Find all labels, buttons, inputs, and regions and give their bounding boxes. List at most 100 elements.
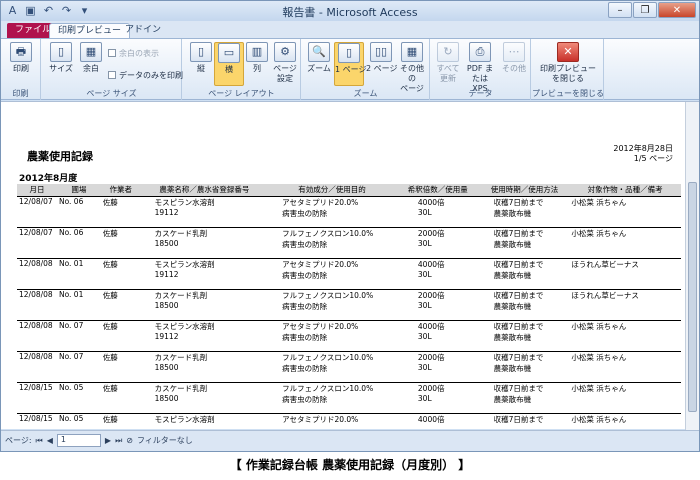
vertical-scrollbar[interactable] [685,102,699,430]
cell-empty [56,363,101,383]
first-page-icon[interactable]: ⏮ [36,436,43,446]
window-controls: – ❐ ✕ [608,2,696,18]
filter-status[interactable]: フィルターなし [137,435,193,446]
two-pages-button[interactable]: ▯▯ 2 ページ [366,42,397,74]
cell-pesticide: モスピラン水溶剤 [154,259,215,269]
maximize-button[interactable]: ❐ [633,2,657,18]
cell-ingredient: フルフェノクスロン10.0% [282,383,374,393]
report-row: 12/08/07 No. 06 佐藤 モスピラン水溶剤 アセタミプリド20.0% 4000… [17,196,681,208]
more-export-button[interactable]: ⋯ その他 [499,42,529,74]
cell-amount: 30L [395,363,480,383]
cell-amount: 30L [395,270,480,290]
report-row: 12/08/08 No. 07 佐藤 カスケード乳剤 フルフェノクスロン10.0% 200… [17,351,681,363]
zoom-button[interactable]: 🔍 ズーム [304,42,334,74]
prev-page-icon[interactable]: ◀ [47,436,53,445]
cell-field: No. 07 [58,351,84,361]
cell-reg_no: 18500 [140,301,269,321]
cell-method: 農薬散布機 [479,394,570,414]
cell-empty [569,332,681,352]
page-size-icon: ▯ [50,42,72,62]
size-button[interactable]: ▯ サイズ [46,42,76,74]
columns-icon: ▥ [246,42,268,62]
margin-icon: ▦ [80,42,102,62]
show-margin-checkbox[interactable]: 余白の表示 [108,48,159,59]
page-caption: 【 作業記録台帳 農薬使用記録（月度別） 】 [229,458,471,472]
cell-timing: 収穫7日前まで [493,414,544,424]
cell-ingredient: アセタミプリド20.0% [282,321,359,331]
cell-ingredient: フルフェノクスロン10.0% [282,290,374,300]
print-group-label: 印刷 [12,89,29,98]
cell-field: No. 06 [58,196,84,206]
close-button[interactable]: ✕ [658,2,696,18]
cell-empty [100,208,141,228]
tab-addin[interactable]: アドイン [117,23,169,39]
cell-worker: 佐藤 [102,321,118,331]
portrait-button[interactable]: ▯ 縦 [186,42,216,74]
minimize-button[interactable]: – [608,2,632,18]
margin-button[interactable]: ▦ 余白 [76,42,106,74]
print-button[interactable]: 🖶 印刷 [6,42,36,74]
cell-worker: 佐藤 [102,197,118,207]
report-preview-area[interactable]: 農薬使用記録 2012年8月28日 1/5 ページ 2012年8月度 月日 圃場作… [1,101,699,445]
record-navigator: ページ: ⏮ ◀ 1 ▶ ⏭ ⊘ フィルターなし [5,434,193,447]
cell-empty [100,301,141,321]
cell-empty [17,301,57,321]
columns-button[interactable]: ▥ 列 [242,42,272,74]
report-row: 12/08/15 No. 05 佐藤 モスピラン水溶剤 アセタミプリド20.0% 4000… [17,413,681,425]
one-page-button[interactable]: ▯ 1 ページ [334,42,366,86]
cell-pesticide: カスケード乳剤 [154,383,208,393]
cell-purpose: 病害虫の防除 [268,239,396,259]
cell-reg_no: 19112 [140,270,269,290]
cell-crop: 小松菜 浜ちゃん [571,228,627,238]
column-header: 作業者 [100,184,141,197]
landscape-button[interactable]: ▭ 横 [214,42,244,86]
last-page-icon[interactable]: ⏭ [115,436,122,446]
cell-timing: 収穫7日前まで [493,259,544,269]
report-row: 12/08/15 No. 05 佐藤 カスケード乳剤 フルフェノクスロン10.0% 200… [17,382,681,394]
cell-purpose: 病害虫の防除 [268,394,396,414]
data-group-label: データ [468,89,493,98]
cell-empty [569,208,681,228]
cell-method: 農薬散布機 [479,301,570,321]
cell-empty [100,239,141,259]
cell-worker: 佐藤 [102,228,118,238]
page-setup-icon: ⚙ [274,42,296,62]
close-preview-button[interactable]: ✕ 印刷プレビュー を閉じる [540,42,596,84]
cell-pesticide: カスケード乳剤 [154,290,208,300]
cell-worker: 佐藤 [102,290,118,300]
cell-date: 12/08/07 [19,227,53,237]
one-page-icon: ▯ [338,43,360,63]
cell-crop: 小松菜 浜ちゃん [571,383,627,393]
cell-date: 12/08/08 [19,320,53,330]
cell-dilution: 2000倍 [417,352,445,362]
more-pages-button[interactable]: ▦ その他の ページ [397,42,427,94]
cell-field: No. 01 [58,258,84,268]
cell-purpose: 病害虫の防除 [268,270,396,290]
page-size-group-label: ページ サイズ [86,89,137,98]
cell-field: No. 07 [58,320,84,330]
printer-icon: 🖶 [10,42,32,62]
report-row-detail: 19112 病害虫の防除 30L 農薬散布機 [17,332,681,352]
page-number-input[interactable]: 1 [56,434,101,447]
zoom-group-label: ズーム [353,89,378,98]
page-layout-group-label: ページ レイアウト [208,89,275,98]
data-only-checkbox[interactable]: データのみを印刷 [108,70,183,81]
cell-crop: 小松菜 浜ちゃん [571,197,627,207]
cell-empty [569,394,681,414]
refresh-all-button[interactable]: ↻ すべて 更新 [433,42,463,84]
page-layout-group: ▯ 縦 ▭ 横 ▥ 列 ⚙ ページ 設定 ページ レイアウト [183,39,301,100]
next-page-icon[interactable]: ▶ [105,436,111,445]
report-row-detail: 18500 病害虫の防除 30L 農薬散布機 [17,394,681,414]
landscape-icon: ▭ [218,43,240,63]
report-title: 農薬使用記録 [27,150,93,163]
cell-method: 農薬散布機 [479,239,570,259]
cell-pesticide: モスピラン水溶剤 [154,414,215,424]
magnifier-icon: 🔍 [308,42,330,62]
scrollbar-thumb[interactable] [688,182,697,412]
page-setup-button[interactable]: ⚙ ページ 設定 [270,42,300,84]
cell-dilution: 2000倍 [417,383,445,393]
column-header: 希釈倍数／使用量 [395,184,480,197]
cell-empty [569,239,681,259]
window-title: 報告書 - Microsoft Access [282,6,418,19]
pdf-xps-button[interactable]: ⎙ PDF または XPS [465,42,495,94]
